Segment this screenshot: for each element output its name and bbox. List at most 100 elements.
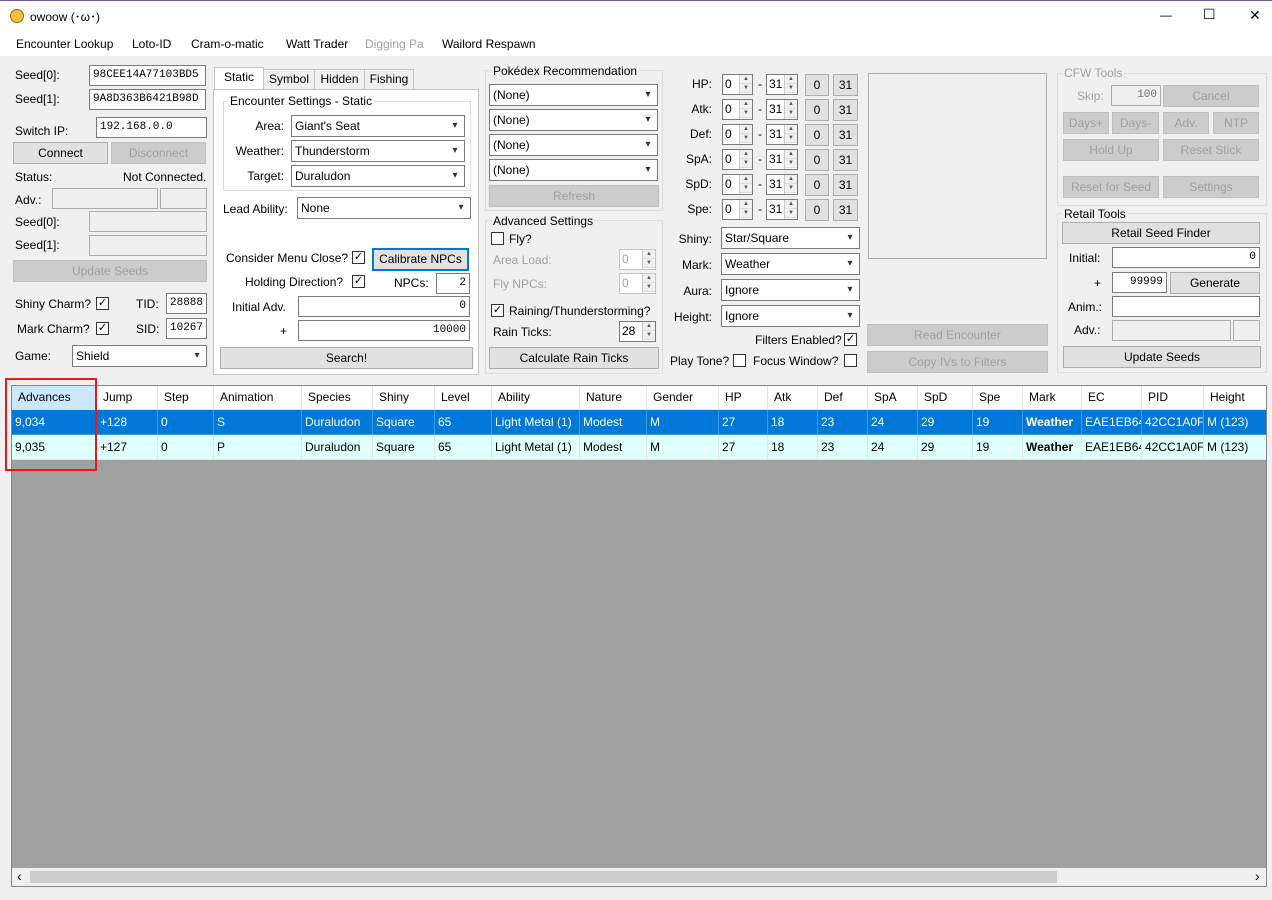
seed0-input[interactable]: 98CEE14A77103BD5 <box>89 65 206 86</box>
filters-enabled-checkbox[interactable]: ✓ <box>844 333 857 346</box>
adv-button[interactable]: Adv. <box>1163 112 1209 134</box>
iv-max-stepper[interactable]: 31 ▲ ▼ <box>766 199 798 220</box>
fly-checkbox[interactable] <box>491 232 504 245</box>
retail-initial-input[interactable]: 0 <box>1112 247 1260 268</box>
max-adv-input[interactable]: 10000 <box>298 320 470 341</box>
game-select[interactable]: Shield ▾ <box>72 345 207 367</box>
refresh-button[interactable]: Refresh <box>489 185 659 207</box>
column-header[interactable]: Step <box>158 386 214 410</box>
menu-digging-pa[interactable]: Digging Pa <box>365 37 424 51</box>
iv-set-0-button[interactable]: 0 <box>805 199 829 221</box>
column-header[interactable]: Ability <box>492 386 580 410</box>
column-header[interactable]: EC <box>1082 386 1142 410</box>
shiny-filter-select[interactable]: Star/Square ▾ <box>721 227 860 249</box>
calibrate-npcs-button[interactable]: Calibrate NPCs <box>372 248 469 271</box>
column-header[interactable]: PID <box>1142 386 1204 410</box>
ntp-button[interactable]: NTP <box>1213 112 1259 134</box>
iv-max-stepper[interactable]: 31 ▲ ▼ <box>766 174 798 195</box>
menu-loto-id[interactable]: Loto-ID <box>132 37 171 51</box>
mark-charm-checkbox[interactable]: ✓ <box>96 322 109 335</box>
iv-min-stepper[interactable]: 0 ▲ ▼ <box>722 174 753 195</box>
holding-direction-checkbox[interactable]: ✓ <box>352 275 365 288</box>
iv-min-stepper[interactable]: 0 ▲ ▼ <box>722 99 753 120</box>
copy-ivs-button[interactable]: Copy IVs to Filters <box>867 351 1048 373</box>
seed1-input[interactable]: 9A8D363B6421B98D <box>89 89 206 110</box>
menu-encounter-lookup[interactable]: Encounter Lookup <box>16 37 113 51</box>
horizontal-scrollbar[interactable]: ‹ › <box>12 868 1266 886</box>
scroll-left-icon[interactable]: ‹ <box>17 869 22 883</box>
days-plus-button[interactable]: Days+ <box>1063 112 1109 134</box>
height-filter-select[interactable]: Ignore ▾ <box>721 305 860 327</box>
iv-max-stepper[interactable]: 31 ▲ ▼ <box>766 124 798 145</box>
hold-up-button[interactable]: Hold Up <box>1063 139 1159 161</box>
connect-button[interactable]: Connect <box>13 142 108 164</box>
close-icon[interactable]: ✕ <box>1249 8 1261 22</box>
tid-input[interactable]: 28888 <box>166 293 207 314</box>
table-row[interactable]: 9,035 +127 0 P Duraludon Square 65 Light Metal … <box>12 435 1266 460</box>
column-header[interactable]: Height <box>1204 386 1266 410</box>
tab-static[interactable]: Static <box>214 67 264 90</box>
scroll-right-icon[interactable]: › <box>1255 869 1260 883</box>
column-header[interactable]: Animation <box>214 386 302 410</box>
update-seeds-button[interactable]: Update Seeds <box>13 260 207 282</box>
column-header[interactable]: Spe <box>973 386 1023 410</box>
column-header[interactable]: SpD <box>918 386 973 410</box>
iv-set-31-button[interactable]: 31 <box>833 174 858 196</box>
reset-for-seed-button[interactable]: Reset for Seed <box>1063 176 1159 198</box>
tab-hidden[interactable]: Hidden <box>314 69 365 89</box>
generate-button[interactable]: Generate <box>1170 272 1260 294</box>
lead-ability-select[interactable]: None ▾ <box>297 197 471 219</box>
iv-set-0-button[interactable]: 0 <box>805 74 829 96</box>
column-header[interactable]: Def <box>818 386 868 410</box>
menu-close-checkbox[interactable]: ✓ <box>352 251 365 264</box>
aura-filter-select[interactable]: Ignore ▾ <box>721 279 860 301</box>
pokedex-select-2[interactable]: (None) ▾ <box>489 109 658 131</box>
column-header[interactable]: Gender <box>647 386 719 410</box>
disconnect-button[interactable]: Disconnect <box>111 142 206 164</box>
maximize-icon[interactable]: ☐ <box>1203 7 1216 21</box>
iv-min-stepper[interactable]: 0 ▲ ▼ <box>722 199 753 220</box>
iv-set-0-button[interactable]: 0 <box>805 124 829 146</box>
column-header[interactable]: HP <box>719 386 768 410</box>
column-header[interactable]: Species <box>302 386 373 410</box>
raining-checkbox[interactable]: ✓ <box>491 304 504 317</box>
iv-min-stepper[interactable]: 0 ▲ ▼ <box>722 74 753 95</box>
calculate-rain-ticks-button[interactable]: Calculate Rain Ticks <box>489 347 659 369</box>
column-header[interactable]: Level <box>435 386 492 410</box>
sid-input[interactable]: 10267 <box>166 318 207 339</box>
pokedex-select-3[interactable]: (None) ▾ <box>489 134 658 156</box>
tab-symbol[interactable]: Symbol <box>263 69 315 89</box>
column-header[interactable]: Atk <box>768 386 818 410</box>
iv-min-stepper[interactable]: 0 ▲ ▼ <box>722 149 753 170</box>
read-encounter-button[interactable]: Read Encounter <box>867 324 1048 346</box>
retail-plus-input[interactable]: 99999 <box>1112 272 1167 293</box>
menu-watt-trader[interactable]: Watt Trader <box>286 37 348 51</box>
mark-filter-select[interactable]: Weather ▾ <box>721 253 860 275</box>
search-button[interactable]: Search! <box>220 347 473 369</box>
iv-set-0-button[interactable]: 0 <box>805 149 829 171</box>
fly-npcs-stepper[interactable]: 0 ▲ ▼ <box>619 273 656 294</box>
play-tone-checkbox[interactable] <box>733 354 746 367</box>
iv-set-31-button[interactable]: 31 <box>833 99 858 121</box>
iv-max-stepper[interactable]: 31 ▲ ▼ <box>766 74 798 95</box>
settings-button[interactable]: Settings <box>1163 176 1259 198</box>
column-header[interactable]: Jump <box>97 386 158 410</box>
weather-select[interactable]: Thunderstorm ▾ <box>291 140 465 162</box>
focus-window-checkbox[interactable] <box>844 354 857 367</box>
iv-max-stepper[interactable]: 31 ▲ ▼ <box>766 99 798 120</box>
npcs-input[interactable]: 2 <box>436 273 470 294</box>
switch-ip-input[interactable]: 192.168.0.0 <box>96 117 207 138</box>
minimize-icon[interactable]: — <box>1160 8 1172 22</box>
days-minus-button[interactable]: Days- <box>1112 112 1159 134</box>
iv-set-0-button[interactable]: 0 <box>805 99 829 121</box>
reset-stick-button[interactable]: Reset Stick <box>1163 139 1259 161</box>
iv-set-31-button[interactable]: 31 <box>833 74 858 96</box>
initial-adv-input[interactable]: 0 <box>298 296 470 317</box>
cancel-button[interactable]: Cancel <box>1163 85 1259 107</box>
scrollbar-thumb[interactable] <box>30 871 1057 883</box>
retail-seed-finder-button[interactable]: Retail Seed Finder <box>1062 222 1260 244</box>
column-header[interactable]: Mark <box>1023 386 1082 410</box>
area-load-stepper[interactable]: 0 ▲ ▼ <box>619 249 656 270</box>
iv-max-stepper[interactable]: 31 ▲ ▼ <box>766 149 798 170</box>
column-header[interactable]: Shiny <box>373 386 435 410</box>
